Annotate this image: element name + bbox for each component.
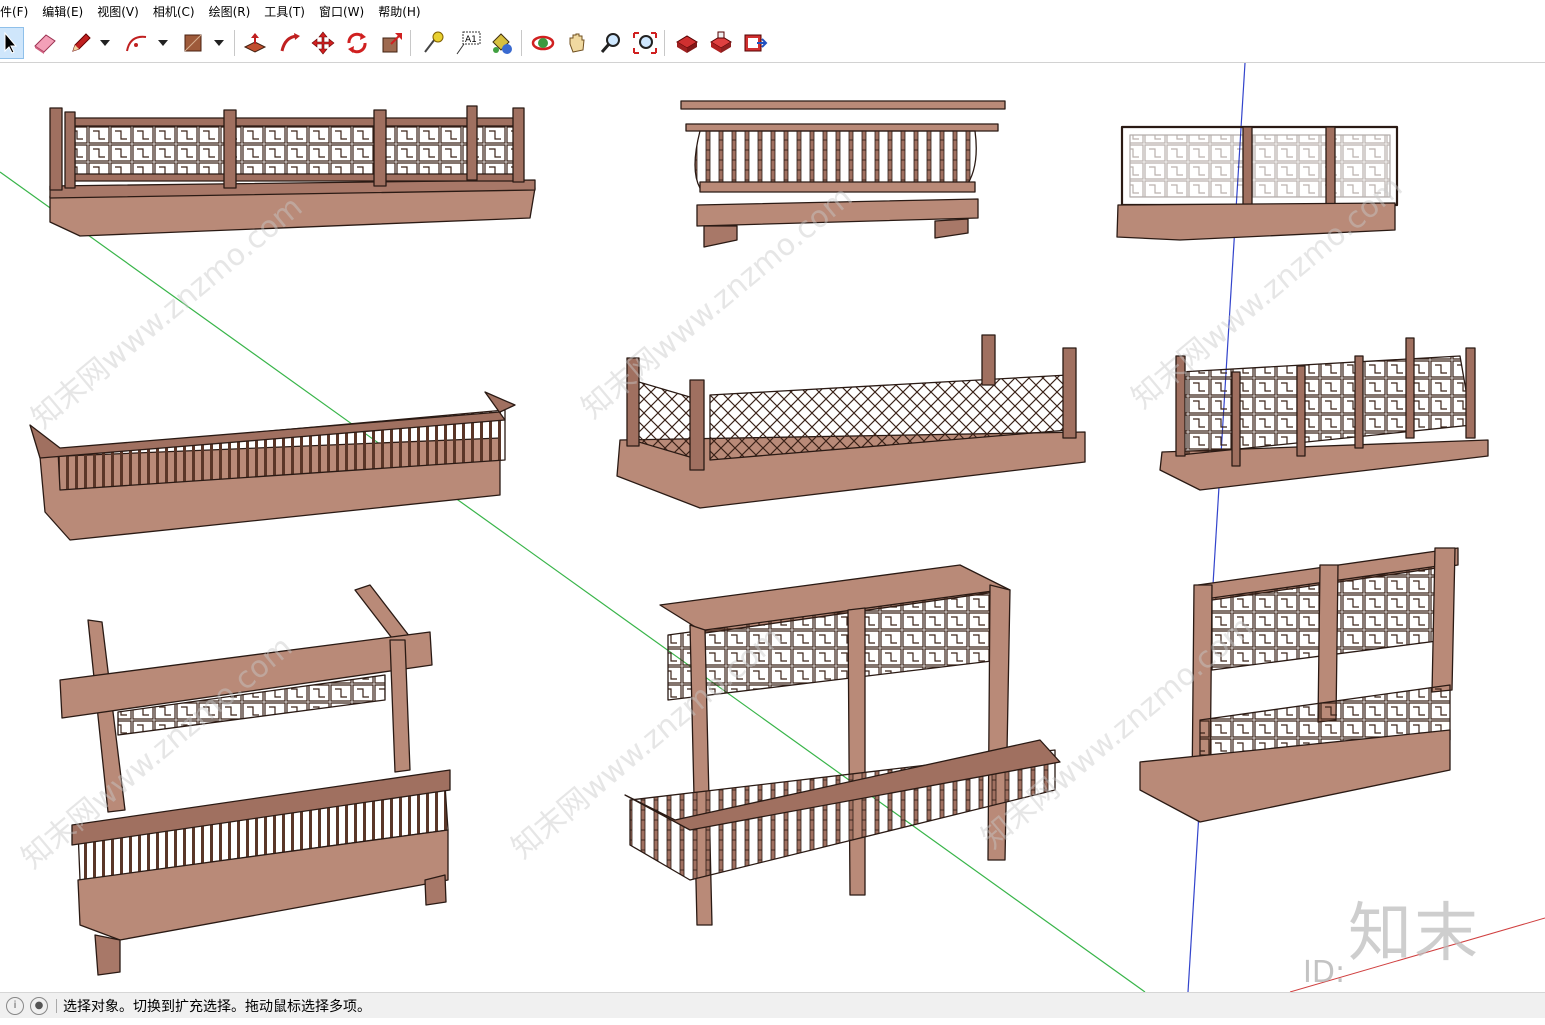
menu-tools[interactable]: 工具(T) [257,0,312,24]
extension-icon [710,31,732,53]
scene-canvas[interactable] [0,63,1545,992]
shape-tool[interactable] [178,27,208,59]
pencil-tool[interactable] [66,27,96,59]
shape-dropdown-icon[interactable] [214,40,224,46]
pan-hand-icon [569,33,585,53]
zoom-extents-tool[interactable] [630,27,660,59]
toolbar: A1 [0,24,1545,63]
arc-dropdown-icon[interactable] [158,40,168,46]
status-separator [56,998,57,1013]
pan-tool[interactable] [562,27,592,59]
balcony-model-2[interactable] [680,100,1006,248]
orbit-tool[interactable] [528,27,558,59]
toolbar-separator [521,30,522,56]
zoom-extents-icon [633,32,657,54]
send-to-layout-tool[interactable] [740,27,770,59]
select-tool[interactable] [0,27,24,59]
zoom-tool[interactable] [596,27,626,59]
menu-bar: 件(F) 编辑(E) 视图(V) 相机(C) 绘图(R) 工具(T) 窗口(W)… [0,0,1545,24]
pencil-icon [72,33,91,52]
rotate-icon [347,32,367,54]
text-icon: A1 [456,31,481,55]
push-pull-tool[interactable] [240,27,270,59]
menu-draw[interactable]: 绘图(R) [202,0,258,24]
menu-edit[interactable]: 编辑(E) [35,0,90,24]
toolbar-separator [234,30,235,56]
arc-tool[interactable] [122,27,152,59]
svg-text:A1: A1 [465,35,477,45]
rotate-tool[interactable] [342,27,372,59]
paint-bucket-tool[interactable] [486,27,516,59]
menu-camera[interactable]: 相机(C) [146,0,202,24]
follow-me-tool[interactable] [275,27,305,59]
rectangle-icon [184,34,202,52]
warehouse-icon [676,35,698,53]
toolbar-separator [664,30,665,56]
move-tool[interactable] [308,27,338,59]
move-icon [311,31,335,55]
extension-warehouse-tool[interactable] [706,27,736,59]
menu-help[interactable]: 帮助(H) [371,0,427,24]
balcony-model-5[interactable] [616,334,1086,509]
warehouse-tool[interactable] [672,27,702,59]
balcony-model-4[interactable] [29,391,516,541]
scale-tool[interactable] [377,27,407,59]
blue-axis [1187,63,1246,992]
balcony-model-8[interactable] [624,564,1061,926]
select-arrow-icon [4,31,18,54]
pencil-dropdown-icon[interactable] [100,40,110,46]
user-icon[interactable]: ● [30,996,48,1015]
paint-bucket-icon [492,33,512,54]
menu-view[interactable]: 视图(V) [90,0,146,24]
orbit-icon [531,35,555,51]
eraser-tool[interactable] [30,27,60,59]
status-text: 选择对象。切换到扩充选择。拖动鼠标选择多项。 [63,998,371,1015]
menu-window[interactable]: 窗口(W) [312,0,371,24]
info-icon[interactable]: i [6,996,24,1015]
eraser-icon [34,34,56,54]
menu-file[interactable]: 件(F) [0,0,35,24]
toolbar-separator [410,30,411,56]
follow-me-icon [280,33,300,52]
layout-icon [744,34,768,52]
scale-icon [382,33,402,53]
text-tool[interactable]: A1 [453,27,483,59]
tape-measure-icon [424,31,444,53]
zoom-icon [600,33,620,53]
status-bar: i ● 选择对象。切换到扩充选择。拖动鼠标选择多项。 [0,992,1545,1018]
model-viewport[interactable]: 知末网www.znzmo.com 知末网www.znzmo.com 知末网www… [0,63,1545,992]
arc-icon [126,35,147,52]
push-pull-icon [243,33,267,53]
tape-measure-tool[interactable] [418,27,448,59]
